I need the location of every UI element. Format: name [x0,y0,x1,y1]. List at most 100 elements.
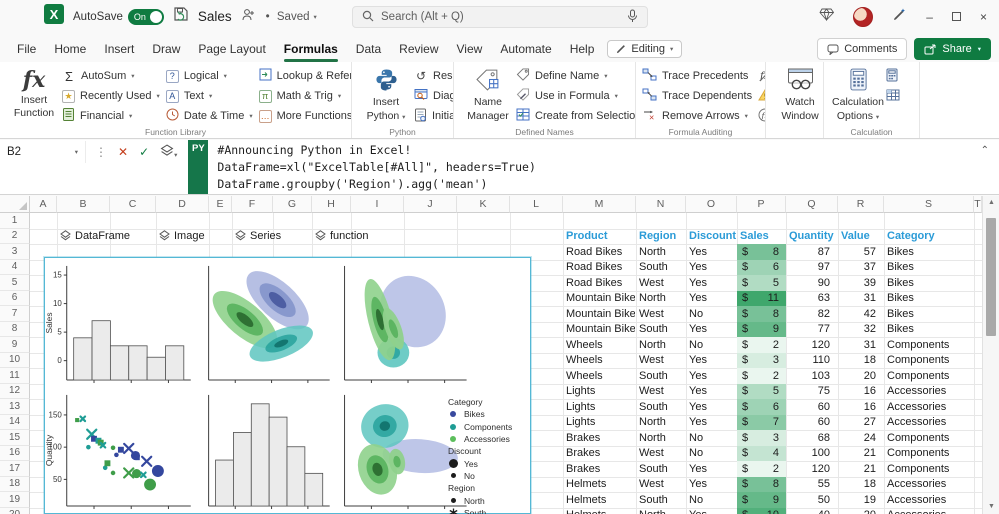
row-header-20[interactable]: 20 [0,507,30,514]
cell-O20[interactable]: Yes [689,508,736,514]
tab-review[interactable]: Review [390,39,447,59]
cell-O3[interactable]: Yes [689,244,736,260]
cell-R20[interactable]: 20 [838,508,876,514]
cell-Q18[interactable]: 55 [786,477,830,493]
cell-H2-function[interactable]: function [315,229,369,245]
cell-S14[interactable]: Accessories [887,415,973,431]
cell-R16[interactable]: 21 [838,446,876,462]
cell-O8[interactable]: Yes [689,322,736,338]
name-manager-button[interactable]: Name Manager [460,64,516,126]
insert-python-button[interactable]: Insert Python ▾ [358,64,414,126]
cell-M12[interactable]: Lights [566,384,635,400]
row-header-5[interactable]: 5 [0,275,30,291]
cell-O16[interactable]: No [689,446,736,462]
cell-O9[interactable]: No [689,337,736,353]
cell-P7[interactable]: $8 [737,306,786,322]
row-header-18[interactable]: 18 [0,476,30,492]
col-header-T[interactable]: T [974,196,982,213]
cell-P4[interactable]: $6 [737,259,786,275]
cell-S18[interactable]: Accessories [887,477,973,493]
cell-R2-header[interactable]: Value [841,229,883,245]
cancel-button[interactable]: ✕ [118,145,128,159]
tab-automate[interactable]: Automate [491,39,560,59]
trace-dependents-button[interactable]: Trace Dependents [642,86,752,106]
date-time-button[interactable]: Date & Time ▾ [166,106,253,126]
col-header-O[interactable]: O [686,196,737,213]
cell-O2-header[interactable]: Discount [689,229,736,245]
cell-P11[interactable]: $2 [737,368,786,384]
tab-data[interactable]: Data [347,39,390,59]
trace-precedents-button[interactable]: Trace Precedents [642,66,752,86]
cell-N16[interactable]: West [639,446,685,462]
cell-S6[interactable]: Bikes [887,291,973,307]
logical-button[interactable]: ? Logical ▾ [165,66,253,86]
cell-R3[interactable]: 57 [838,244,876,260]
cell-R10[interactable]: 18 [838,353,876,369]
cell-O11[interactable]: Yes [689,368,736,384]
cell-Q5[interactable]: 90 [786,275,830,291]
col-header-N[interactable]: N [636,196,686,213]
row-header-8[interactable]: 8 [0,321,30,337]
cell-M17[interactable]: Brakes [566,461,635,477]
people-icon[interactable] [241,8,257,26]
financial-button[interactable]: Financial ▾ [62,106,160,126]
comments-button[interactable]: Comments [817,38,908,60]
cell-O7[interactable]: No [689,306,736,322]
row-header-10[interactable]: 10 [0,352,30,368]
cell-O19[interactable]: No [689,492,736,508]
remove-arrows-button[interactable]: × Remove Arrows ▾ [642,106,752,126]
row-header-12[interactable]: 12 [0,383,30,399]
cell-O17[interactable]: Yes [689,461,736,477]
scroll-up-button[interactable]: ▲ [983,199,999,206]
row-header-6[interactable]: 6 [0,290,30,306]
row-header-7[interactable]: 7 [0,306,30,322]
save-icon[interactable] [173,6,189,27]
cell-P18[interactable]: $8 [737,476,786,492]
cell-S11[interactable]: Components [887,368,973,384]
autosave-toggle[interactable]: On [127,8,164,25]
row-header-3[interactable]: 3 [0,244,30,260]
cell-S3[interactable]: Bikes [887,244,973,260]
row-header-4[interactable]: 4 [0,259,30,275]
col-header-K[interactable]: K [457,196,510,213]
row-header-19[interactable]: 19 [0,492,30,508]
cell-N6[interactable]: North [639,291,685,307]
cell-P20[interactable]: $10 [737,507,786,514]
cell-O18[interactable]: Yes [689,477,736,493]
cell-F2-series[interactable]: Series [235,229,281,245]
cell-N18[interactable]: West [639,477,685,493]
cell-M4[interactable]: Road Bikes [566,260,635,276]
evaluate-formula-button[interactable]: fx [758,106,765,126]
cell-M15[interactable]: Brakes [566,430,635,446]
cell-S4[interactable]: Bikes [887,260,973,276]
more-functions-button[interactable]: …More Functions▾ [258,106,351,126]
cell-R18[interactable]: 18 [838,477,876,493]
cell-R5[interactable]: 39 [838,275,876,291]
col-header-M[interactable]: M [563,196,636,213]
cell-M3[interactable]: Road Bikes [566,244,635,260]
cell-R9[interactable]: 31 [838,337,876,353]
cell-N7[interactable]: West [639,306,685,322]
cell-M7[interactable]: Mountain Bikes [566,306,635,322]
cell-P6[interactable]: $11 [737,290,786,306]
row-header-9[interactable]: 9 [0,337,30,353]
row-header-14[interactable]: 14 [0,414,30,430]
worksheet-grid[interactable]: ABCDEFGHIJKLMNOPQRST 1 2 3 4 5 6 7 8 9 10 11 12 13 14… [0,196,999,514]
col-header-G[interactable]: G [273,196,312,213]
row-header-17[interactable]: 17 [0,461,30,477]
cell-Q16[interactable]: 100 [786,446,830,462]
enter-button[interactable]: ✓ [139,145,149,159]
cell-O4[interactable]: Yes [689,260,736,276]
cell-P17[interactable]: $2 [737,461,786,477]
cell-N17[interactable]: South [639,461,685,477]
row-header-2[interactable]: 2 [0,228,30,244]
create-from-selection-button[interactable]: Create from Selection [516,106,635,126]
cell-S20[interactable]: Accessories [887,508,973,514]
cell-S2-header[interactable]: Category [887,229,973,245]
cell-N15[interactable]: North [639,430,685,446]
close-button[interactable]: × [980,10,987,24]
tab-help[interactable]: Help [561,39,604,59]
vertical-scrollbar[interactable]: ▲ ▼ [982,196,999,514]
more-dots-icon[interactable]: ⋮ [95,145,107,159]
cell-O10[interactable]: Yes [689,353,736,369]
